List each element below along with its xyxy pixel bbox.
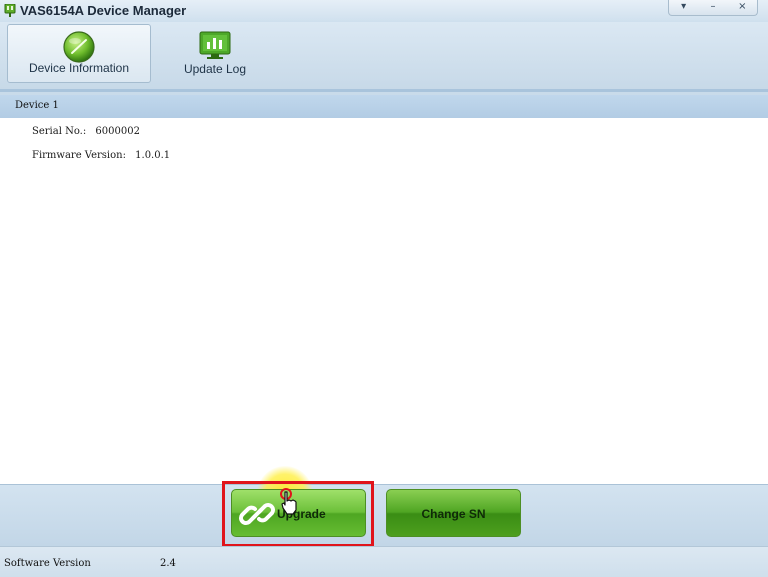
device-header: Device 1 — [0, 95, 768, 118]
tab-label: Update Log — [183, 62, 247, 76]
device-info-panel: Serial No.: 6000002 Firmware Version: 1.… — [0, 118, 768, 484]
action-bar — [0, 484, 768, 546]
close-icon[interactable]: × — [728, 0, 757, 15]
software-version-label: Software Version — [4, 558, 91, 569]
window-title: VAS6154A Device Manager — [20, 3, 187, 18]
tab-device-information[interactable]: Device Information — [7, 24, 151, 83]
status-bar: Software Version 2.4 — [0, 546, 768, 577]
serial-number-value: 6000002 — [95, 126, 140, 137]
plug-icon — [4, 4, 16, 17]
change-sn-label: Change SN — [421, 507, 486, 521]
tab-update-log[interactable]: Update Log — [170, 24, 260, 83]
toolbar: Device Information Update Log — [0, 22, 768, 92]
bar-chart-monitor-icon — [199, 31, 231, 59]
software-version-value: 2.4 — [160, 558, 176, 569]
serial-number-row: Serial No.: 6000002 — [32, 126, 140, 137]
title-bar: VAS6154A Device Manager ▾ – × — [0, 0, 768, 22]
firmware-version-value: 1.0.0.1 — [135, 150, 171, 161]
firmware-version-label: Firmware Version: — [32, 150, 126, 161]
link-icon — [239, 503, 275, 525]
hand-cursor-icon — [280, 488, 297, 515]
change-sn-button[interactable]: Change SN — [386, 489, 521, 537]
device-title: Device 1 — [15, 100, 59, 111]
serial-number-label: Serial No.: — [32, 126, 87, 137]
minimize-icon[interactable]: – — [698, 0, 727, 15]
window-controls: ▾ – × — [668, 0, 758, 16]
firmware-version-row: Firmware Version: 1.0.0.1 — [32, 150, 170, 161]
menu-dropdown-icon[interactable]: ▾ — [669, 0, 698, 15]
globe-icon — [63, 31, 95, 63]
tab-label: Device Information — [28, 61, 130, 75]
